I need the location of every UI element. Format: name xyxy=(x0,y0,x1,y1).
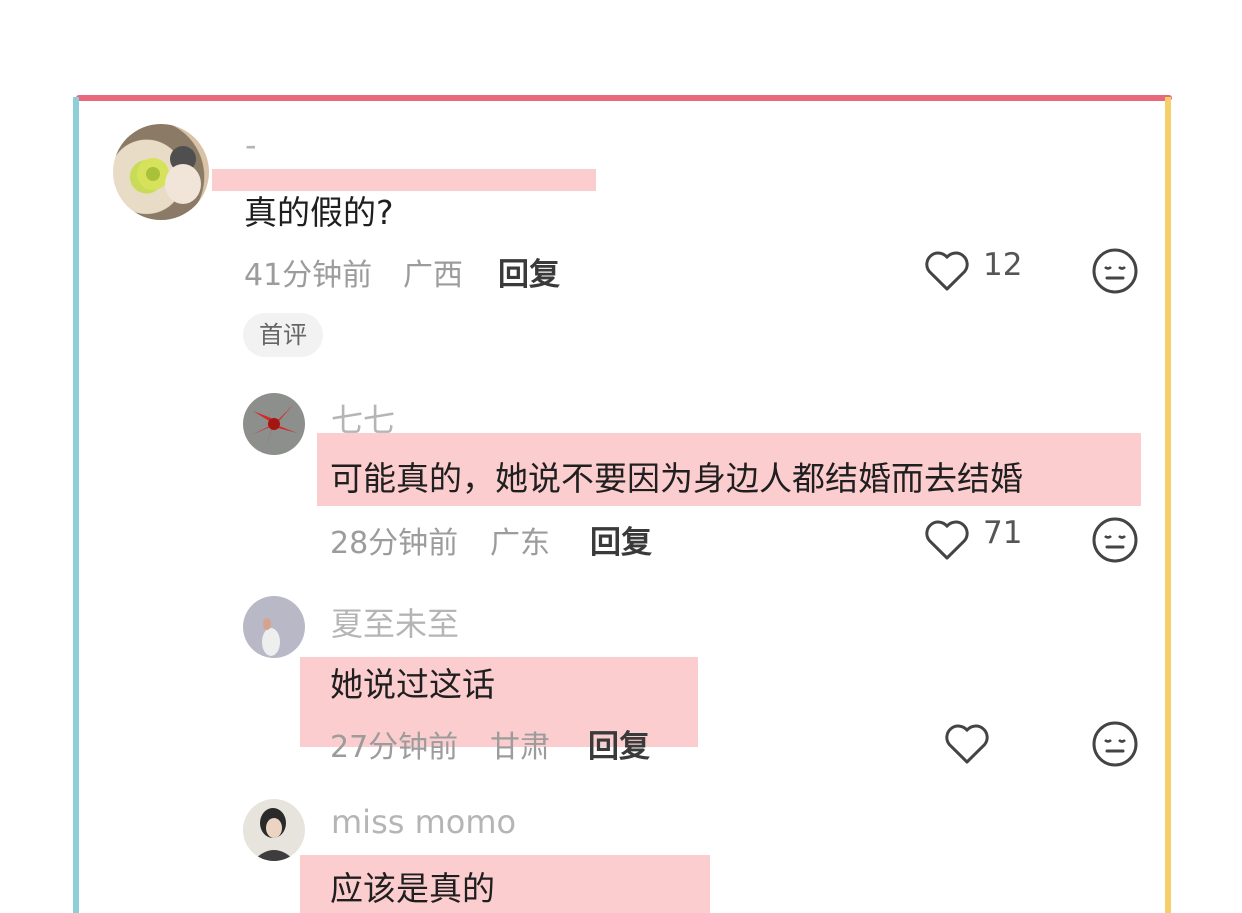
username[interactable]: 夏至未至 xyxy=(331,599,459,645)
comment-location: 广西 xyxy=(403,258,463,293)
comment-location: 甘肃 xyxy=(490,730,550,765)
comment-text: 她说过这话 xyxy=(330,665,495,704)
heart-icon[interactable] xyxy=(923,517,971,561)
comment-time: 28分钟前 xyxy=(330,526,459,561)
username[interactable]: miss momo xyxy=(331,803,516,841)
avatar-photo-icon xyxy=(137,146,201,204)
dislike-face-icon[interactable] xyxy=(1091,247,1139,295)
username[interactable]: - xyxy=(245,126,257,164)
reply-button[interactable]: 回复 xyxy=(590,517,652,562)
reply-button[interactable]: 回复 xyxy=(498,249,560,294)
avatar[interactable] xyxy=(243,393,305,455)
comment-location: 广东 xyxy=(490,526,550,561)
comment-text: 可能真的，她说不要因为身边人都结婚而去结婚 xyxy=(330,459,1023,498)
dislike-face-icon[interactable] xyxy=(1091,720,1139,768)
heart-icon[interactable] xyxy=(923,248,971,292)
avatar-photo-icon xyxy=(262,618,280,656)
frame-left-border xyxy=(73,97,79,913)
avatar[interactable] xyxy=(243,799,305,861)
comment-time: 27分钟前 xyxy=(330,730,459,765)
frame-top-border xyxy=(76,95,1172,101)
avatar[interactable] xyxy=(113,124,209,220)
flower-icon xyxy=(251,405,297,449)
comment-text: 应该是真的 xyxy=(330,869,495,908)
like-count: 12 xyxy=(983,247,1023,283)
avatar[interactable] xyxy=(243,596,305,658)
reply-button[interactable]: 回复 xyxy=(588,721,650,766)
avatar-photo-icon xyxy=(253,808,295,861)
comment-text: 真的假的? xyxy=(244,193,394,232)
heart-icon[interactable] xyxy=(943,721,991,765)
frame-right-border xyxy=(1165,97,1171,913)
comment-time: 41分钟前 xyxy=(244,258,373,293)
first-comment-tag: 首评 xyxy=(243,313,323,357)
dislike-face-icon[interactable] xyxy=(1091,516,1139,564)
like-count: 71 xyxy=(983,515,1023,551)
